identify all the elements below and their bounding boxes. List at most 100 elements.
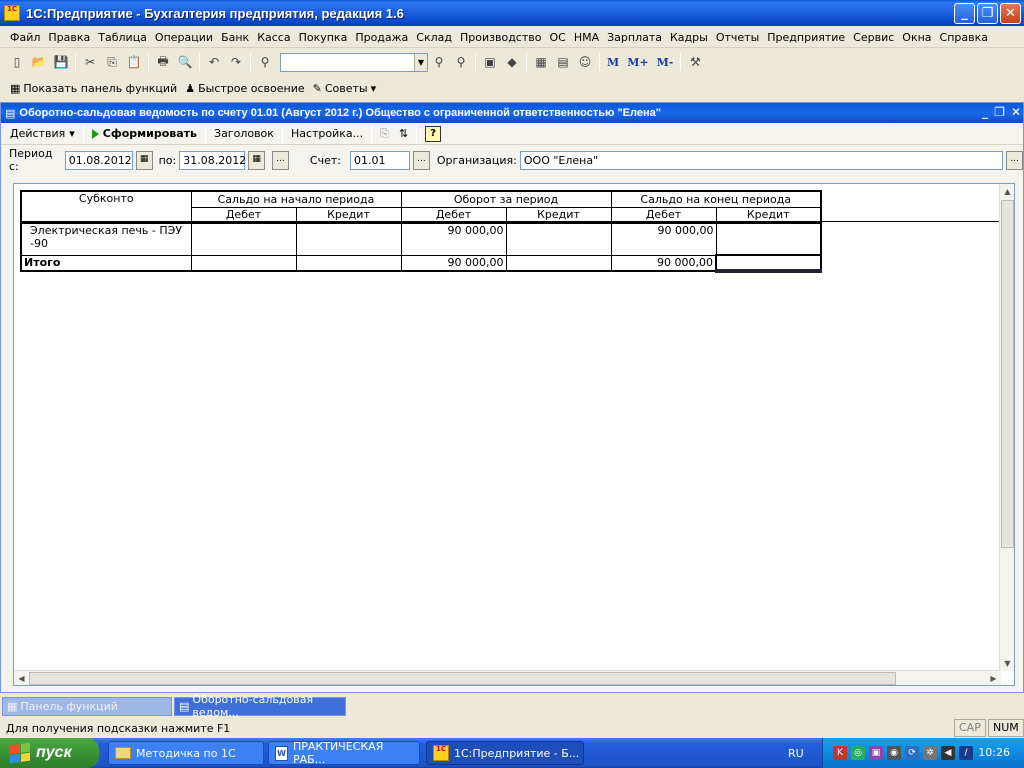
report-close-button[interactable]: ✕ — [1011, 105, 1021, 119]
quick-learn-button[interactable]: ♟ Быстрое освоение — [181, 82, 308, 95]
show-functions-panel-button[interactable]: ▦ Показать панель функций — [6, 82, 181, 95]
menu-reports[interactable]: Отчеты — [712, 31, 763, 44]
scroll-left-icon[interactable]: ◀ — [15, 672, 28, 685]
horizontal-scrollbar[interactable]: ◀ ▶ — [14, 670, 1001, 685]
windows-icon[interactable]: ▣ — [479, 52, 501, 72]
row-end-debit[interactable]: 90 000,00 — [610, 222, 717, 256]
report-title-bar[interactable]: ▤ Оборотно-сальдовая ведомость по счету … — [1, 103, 1023, 123]
calendar-icon[interactable]: ▦ — [135, 150, 153, 170]
find-prev-icon[interactable]: ⚲ — [450, 52, 472, 72]
settings-button[interactable]: Настройка... — [286, 127, 368, 140]
report-restore-button[interactable]: ❐ — [994, 105, 1005, 119]
report-minimize-button[interactable]: _ — [982, 105, 988, 119]
account-select-button[interactable]: ... — [412, 150, 430, 170]
tab-report[interactable]: ▤ Оборотно-сальдовая ведом... — [174, 693, 346, 719]
help-button[interactable]: ? — [420, 125, 446, 142]
menu-salary[interactable]: Зарплата — [603, 31, 666, 44]
minimize-button[interactable]: _ — [954, 3, 975, 24]
memory-plus-button[interactable]: M+ — [623, 56, 652, 69]
calculator-icon[interactable]: ▦ — [530, 52, 552, 72]
header-button[interactable]: Заголовок — [209, 127, 279, 140]
taskbar-item-1c[interactable]: 1C 1С:Предприятие - Б... — [426, 741, 584, 765]
transfer-button[interactable]: ⇅ — [394, 127, 413, 140]
row-start-debit[interactable] — [190, 222, 297, 256]
total-start-credit[interactable] — [295, 254, 402, 272]
1c-icon[interactable]: ◆ — [501, 52, 523, 72]
scroll-up-icon[interactable]: ▲ — [1001, 185, 1014, 198]
tips-button[interactable]: ✎ Советы ▾ — [309, 82, 381, 95]
monitor-icon[interactable]: ▣ — [869, 746, 883, 760]
row-subkonto-cell[interactable]: Электрическая печь - ПЭУ -90 — [20, 222, 192, 256]
menu-nma[interactable]: НМА — [570, 31, 603, 44]
scroll-right-icon[interactable]: ▶ — [987, 672, 1000, 685]
start-button[interactable]: пуск — [0, 738, 99, 768]
menu-cash[interactable]: Касса — [253, 31, 294, 44]
memory-button[interactable]: M — [603, 56, 623, 69]
total-label[interactable]: Итого — [20, 254, 192, 272]
scroll-down-icon[interactable]: ▼ — [1001, 657, 1014, 670]
calendar-icon[interactable]: ▦ — [248, 150, 266, 170]
menu-enterprise[interactable]: Предприятие — [763, 31, 849, 44]
horizontal-scroll-thumb[interactable] — [29, 672, 896, 685]
actions-menu[interactable]: Действия ▾ — [5, 127, 80, 140]
menu-table[interactable]: Таблица — [94, 31, 151, 44]
chevron-down-icon[interactable]: ▼ — [414, 53, 427, 71]
antivirus-icon[interactable]: K — [833, 746, 847, 760]
row-turnover-debit[interactable]: 90 000,00 — [400, 222, 507, 256]
language-indicator[interactable]: RU — [788, 747, 804, 760]
paste-icon[interactable]: 📋 — [123, 52, 145, 72]
menu-edit[interactable]: Правка — [44, 31, 94, 44]
find-icon[interactable]: ⚲ — [254, 52, 276, 72]
settings-icon[interactable]: ✲ — [923, 746, 937, 760]
sync-icon[interactable]: ⟳ — [905, 746, 919, 760]
row-start-credit[interactable] — [295, 222, 402, 256]
menu-windows[interactable]: Окна — [898, 31, 935, 44]
chevron-down-icon[interactable]: ▾ — [371, 82, 377, 95]
open-icon[interactable]: 📂 — [28, 52, 50, 72]
disk-icon[interactable]: ◉ — [887, 746, 901, 760]
vertical-scrollbar[interactable]: ▲ ▼ — [999, 184, 1014, 671]
taskbar-item-folder[interactable]: Методичка по 1С — [108, 741, 264, 765]
menu-warehouse[interactable]: Склад — [412, 31, 456, 44]
menu-hr[interactable]: Кадры — [666, 31, 712, 44]
row-end-credit[interactable] — [715, 222, 822, 256]
generate-button[interactable]: Сформировать — [87, 127, 202, 140]
search-combo[interactable]: ▼ — [280, 52, 428, 72]
find-next-icon[interactable]: ⚲ — [428, 52, 450, 72]
menu-operations[interactable]: Операции — [151, 31, 217, 44]
tools-icon[interactable]: ⚒ — [684, 52, 706, 72]
total-turnover-debit[interactable]: 90 000,00 — [400, 254, 507, 272]
menu-sale[interactable]: Продажа — [351, 31, 412, 44]
user-icon[interactable]: ☺ — [574, 52, 596, 72]
menu-os[interactable]: ОС — [545, 31, 569, 44]
pen-icon[interactable]: / — [959, 746, 973, 760]
menu-bank[interactable]: Банк — [217, 31, 253, 44]
period-from-field[interactable]: 01.08.2012 — [64, 150, 133, 170]
taskbar-item-word[interactable]: W ПРАКТИЧЕСКАЯ РАБ... — [268, 740, 420, 766]
redo-icon[interactable]: ↷ — [225, 52, 247, 72]
organization-select-button[interactable]: ... — [1006, 150, 1024, 170]
total-turnover-credit[interactable] — [505, 254, 612, 272]
app-title-bar[interactable]: 1C 1С:Предприятие - Бухгалтерия предприя… — [0, 0, 1024, 26]
print-preview-icon[interactable]: 🔍 — [174, 52, 196, 72]
menu-purchase[interactable]: Покупка — [295, 31, 352, 44]
restore-button[interactable]: ❐ — [977, 3, 998, 24]
network-icon[interactable]: ◎ — [851, 746, 865, 760]
menu-service[interactable]: Сервис — [849, 31, 898, 44]
speaker-icon[interactable]: ◀ — [941, 746, 955, 760]
undo-icon[interactable]: ↶ — [203, 52, 225, 72]
memory-minus-button[interactable]: M- — [653, 56, 678, 69]
copy-report-button[interactable]: ⎘ — [375, 127, 394, 141]
total-start-debit[interactable] — [190, 254, 297, 272]
total-end-debit[interactable]: 90 000,00 — [610, 254, 717, 272]
period-to-field[interactable]: 31.08.2012 — [179, 150, 246, 170]
tab-functions-panel[interactable]: ▦ Панель функций — [2, 696, 172, 716]
menu-production[interactable]: Производство — [456, 31, 545, 44]
cut-icon[interactable]: ✂ — [79, 52, 101, 72]
report-spreadsheet[interactable]: Субконто Сальдо на начало периода Оборот… — [13, 183, 1015, 686]
new-document-icon[interactable]: ▯ — [6, 52, 28, 72]
menu-file[interactable]: Файл — [6, 31, 44, 44]
row-turnover-credit[interactable] — [505, 222, 612, 256]
vertical-scroll-thumb[interactable] — [1001, 200, 1014, 548]
period-select-button[interactable]: ... — [272, 150, 289, 170]
